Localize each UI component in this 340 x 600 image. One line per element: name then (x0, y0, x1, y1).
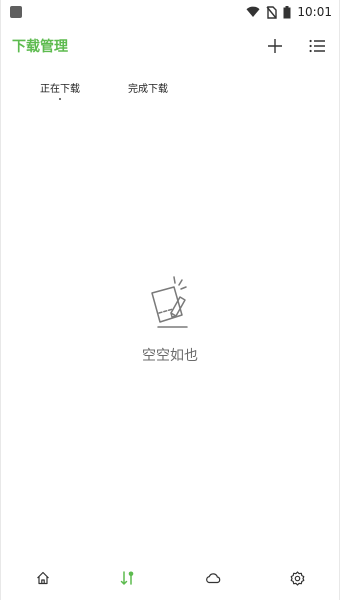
home-icon (36, 571, 49, 585)
add-button[interactable] (264, 35, 286, 57)
status-bar: 10:01 (0, 0, 340, 24)
no-sim-icon (266, 5, 278, 19)
cloud-icon (205, 573, 220, 584)
transfer-icon (120, 571, 133, 585)
battery-icon (283, 5, 291, 18)
tab-completed[interactable]: 完成下载 (104, 70, 192, 95)
app-actions (264, 35, 328, 57)
notification-icon (10, 6, 22, 18)
page-title: 下载管理 (12, 39, 68, 55)
nav-transfers[interactable] (108, 563, 148, 593)
tab-downloading[interactable]: 正在下载 (16, 70, 104, 100)
task-list-button[interactable] (306, 35, 328, 57)
list-icon (309, 39, 325, 53)
nav-home[interactable] (23, 563, 63, 593)
wifi-icon (246, 6, 260, 17)
empty-notepad-icon (151, 276, 188, 328)
download-tabs: 正在下载 完成下载 (0, 70, 340, 106)
nav-settings[interactable] (278, 563, 318, 593)
settings-icon (290, 570, 305, 586)
app-bar: 下载管理 (0, 24, 340, 68)
tab-label: 正在下载 (40, 84, 80, 95)
bottom-nav (0, 556, 340, 600)
tab-label: 完成下载 (128, 84, 168, 95)
active-tab-indicator (59, 98, 61, 100)
status-time: 10:01 (297, 5, 332, 19)
status-icons: 10:01 (246, 5, 332, 19)
empty-state: 空空如也 (0, 275, 340, 365)
plus-icon (268, 39, 282, 53)
nav-cloud[interactable] (193, 563, 233, 593)
empty-text: 空空如也 (142, 348, 198, 364)
